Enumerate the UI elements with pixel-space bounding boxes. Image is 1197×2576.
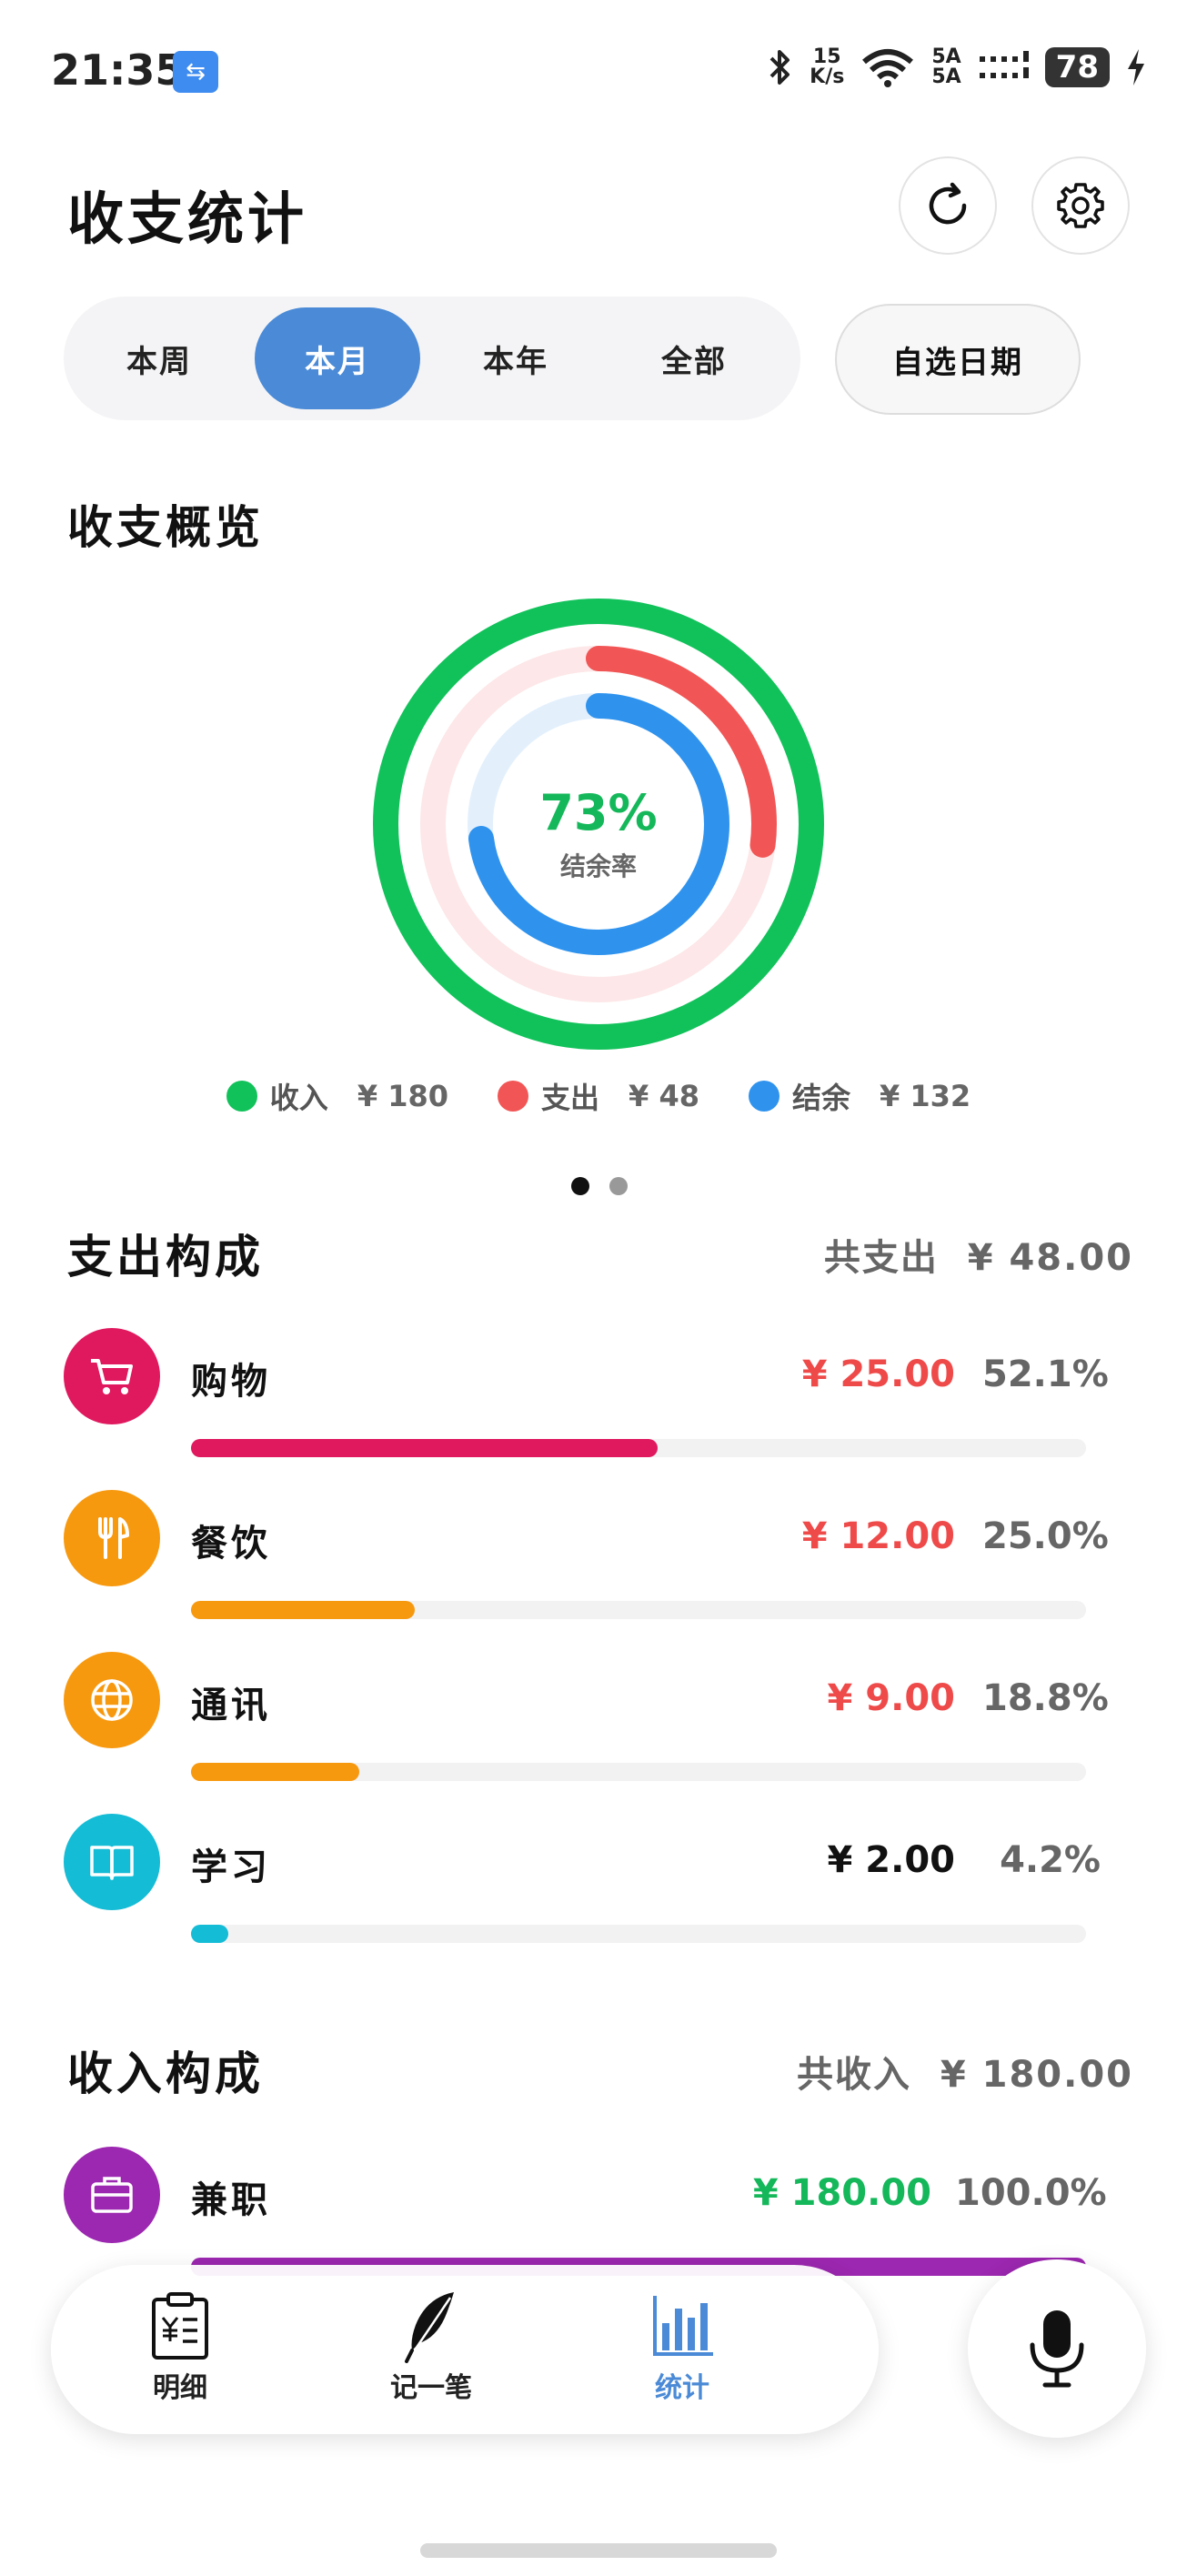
category-name: 餐饮 xyxy=(191,1523,271,1565)
status-time: 21:35 xyxy=(51,45,185,95)
balance-rate-label: 结余率 xyxy=(560,851,637,881)
tab-all[interactable]: 全部 xyxy=(611,307,777,409)
category-amount: ¥ 9.00 xyxy=(827,1677,955,1719)
page-dot xyxy=(609,1177,628,1195)
signal-bars-icon xyxy=(979,51,1029,78)
category-amount: ¥ 25.00 xyxy=(801,1353,955,1395)
page-indicator[interactable] xyxy=(571,1177,628,1195)
tab-year[interactable]: 本年 xyxy=(433,307,598,409)
expense-title: 支出构成 xyxy=(67,1231,264,1283)
bottom-nav: 明细 记一笔 统计 xyxy=(51,2265,879,2434)
nav-details[interactable]: 明细 xyxy=(98,2287,262,2405)
tab-month[interactable]: 本月 xyxy=(255,307,420,409)
category-percent: 4.2% xyxy=(1000,1839,1101,1881)
legend-balance: 结余 ¥ 132 xyxy=(748,1075,971,1117)
legend-income: 收入 ¥ 180 xyxy=(226,1075,448,1117)
legend-expense: 支出 ¥ 48 xyxy=(498,1075,699,1117)
income-total: 共收入 ¥ 180.00 xyxy=(797,2054,1133,2096)
utensils-icon xyxy=(98,1517,129,1559)
refresh-button[interactable] xyxy=(899,156,997,255)
battery-level: 78 xyxy=(1044,47,1110,87)
refresh-icon xyxy=(929,182,967,225)
custom-date-button[interactable]: 自选日期 xyxy=(835,304,1081,415)
dining-category-icon xyxy=(64,1490,160,1586)
overview-donut: 73% 结余率 xyxy=(371,597,826,1052)
shopping-category-icon xyxy=(64,1328,160,1424)
nav-add-record[interactable]: 记一笔 xyxy=(349,2287,513,2405)
category-bar-track xyxy=(191,1601,1086,1619)
category-percent: 18.8% xyxy=(982,1677,1109,1719)
category-percent: 100.0% xyxy=(955,2172,1107,2214)
income-title: 收入构成 xyxy=(67,2048,264,2100)
tab-week[interactable]: 本周 xyxy=(76,307,242,409)
category-bar-track xyxy=(191,1925,1086,1943)
cart-icon xyxy=(91,1359,133,1394)
category-bar-track xyxy=(191,1439,1086,1457)
legend-dot-balance xyxy=(748,1081,780,1112)
home-indicator[interactable] xyxy=(420,2543,777,2558)
legend-dot-income xyxy=(226,1081,257,1112)
bar-chart-icon xyxy=(653,2296,713,2356)
study-category-icon xyxy=(64,1814,160,1910)
legend-dot-expense xyxy=(498,1081,529,1112)
usb-icon: ⇆ xyxy=(173,51,218,93)
status-icons: 15 K/s 5A 5A 78 xyxy=(766,47,1146,87)
category-percent: 25.0% xyxy=(982,1515,1109,1557)
category-percent: 52.1% xyxy=(982,1353,1109,1395)
voice-input-button[interactable] xyxy=(968,2259,1146,2438)
feather-icon xyxy=(405,2292,454,2363)
charging-icon xyxy=(1128,49,1144,86)
category-name: 兼职 xyxy=(191,2179,271,2221)
period-tabs: 本周 本月 本年 全部 xyxy=(64,297,800,420)
category-name: 购物 xyxy=(191,1361,271,1403)
wifi-icon xyxy=(862,49,914,87)
category-bar xyxy=(191,1925,229,1943)
category-bar xyxy=(191,1439,658,1457)
page-title: 收支统计 xyxy=(67,186,308,252)
ledger-icon xyxy=(152,2292,208,2360)
settings-button[interactable] xyxy=(1031,156,1130,255)
bluetooth-icon xyxy=(770,50,790,85)
expense-total: 共支出 ¥ 48.00 xyxy=(823,1237,1133,1279)
microphone-icon xyxy=(1030,2310,1084,2388)
category-name: 通讯 xyxy=(191,1685,271,1726)
category-amount: ¥ 180.00 xyxy=(752,2172,931,2214)
overview-legend: 收入 ¥ 180 支出 ¥ 48 结余 ¥ 132 xyxy=(0,1075,1197,1117)
briefcase-icon xyxy=(91,2177,133,2213)
category-bar xyxy=(191,1601,415,1619)
book-icon xyxy=(90,1846,134,1880)
signal-labels: 5A 5A xyxy=(931,45,961,88)
parttime-category-icon xyxy=(64,2147,160,2243)
balance-rate-value: 73% xyxy=(539,784,657,841)
category-amount: ¥ 2.00 xyxy=(827,1839,955,1881)
net-speed: 15 K/s xyxy=(810,45,845,88)
globe-icon xyxy=(91,1679,133,1721)
telecom-category-icon xyxy=(64,1652,160,1748)
category-amount: ¥ 12.00 xyxy=(801,1515,955,1557)
category-bar xyxy=(191,1763,359,1781)
category-bar-track xyxy=(191,1763,1086,1781)
page-dot-active xyxy=(571,1177,589,1195)
category-name: 学习 xyxy=(191,1846,271,1888)
nav-statistics[interactable]: 统计 xyxy=(600,2287,764,2405)
overview-title: 收支概览 xyxy=(67,501,264,554)
gear-icon xyxy=(1057,183,1104,228)
